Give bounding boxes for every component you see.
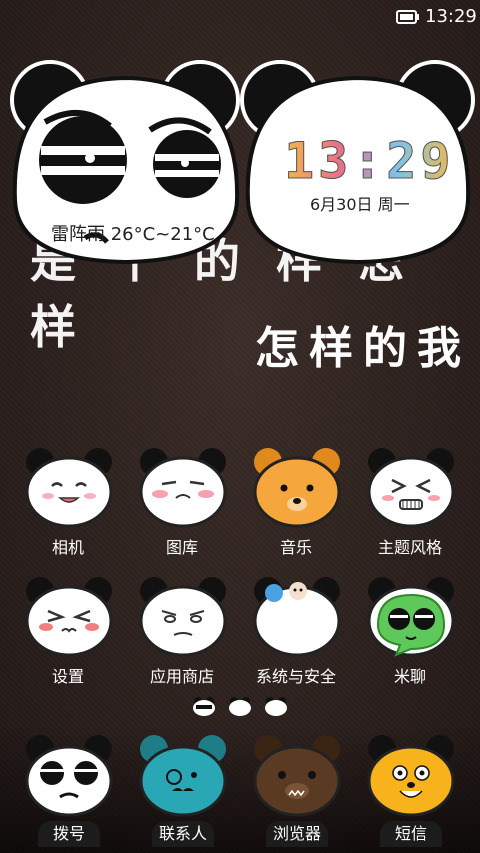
wallpaper-text-line2: 怎样的我 [255,323,471,374]
sms-dog-icon [367,735,455,817]
app-label: 相机 [51,538,84,557]
app-gallery[interactable]: 图库 [126,446,238,566]
themes-panda-icon [367,448,455,528]
app-label: 应用商店 [149,667,214,686]
dock-label: 短信 [380,821,442,847]
weather-widget[interactable]: 雷阵雨 26°C~21°C [5,60,245,270]
app-label: 米聊 [393,667,426,686]
app-themes[interactable]: 主题风格 [354,446,466,566]
mitalk-panda-icon [367,577,455,657]
battery-icon [396,10,419,24]
dock-app-contacts[interactable]: 联系人 [126,725,238,851]
clock-time: 13:29 [284,132,455,191]
app-label: 音乐 [279,538,312,557]
page-dot-icon [229,697,251,716]
status-time: 13:29 [425,6,477,27]
app-label: 设置 [51,667,84,686]
security-panda-icon [253,577,341,657]
music-bear-icon [253,448,341,528]
app-label: 主题风格 [377,538,442,557]
dock-app-phone[interactable]: 拨号 [12,725,124,851]
dock-label: 联系人 [152,821,214,847]
dock: 拨号 联系人 浏览器 短信 [0,725,480,853]
settings-panda-icon [25,577,113,657]
app-camera[interactable]: 相机 [12,446,124,566]
dock-label: 拨号 [38,821,100,847]
camera-panda-icon [25,448,113,528]
dock-app-browser[interactable]: 浏览器 [240,725,352,851]
dock-label: 浏览器 [266,821,328,847]
app-store[interactable]: 应用商店 [126,575,238,695]
status-bar: 13:29 [0,0,480,34]
app-settings[interactable]: 设置 [12,575,124,695]
page-dot-active-icon [193,697,215,716]
app-mitalk[interactable]: 米聊 [354,575,466,695]
app-security[interactable]: 系统与安全 [240,575,352,695]
browser-bear-icon [253,735,341,817]
page-indicator[interactable] [192,696,292,718]
dock-app-sms[interactable]: 短信 [354,725,466,851]
app-music[interactable]: 音乐 [240,446,352,566]
page-dot-icon [265,697,287,716]
app-label: 图库 [165,538,198,557]
clock-widget[interactable]: 13:29 6月30日 周一 [240,60,475,270]
gallery-panda-icon [139,448,227,528]
clock-date: 6月30日 周一 [310,195,410,214]
weather-text: 雷阵雨 26°C~21°C [51,224,215,245]
phone-panda-icon [25,735,113,817]
contacts-panda-icon [139,735,227,817]
appstore-panda-icon [139,577,227,657]
app-label: 系统与安全 [255,667,336,686]
